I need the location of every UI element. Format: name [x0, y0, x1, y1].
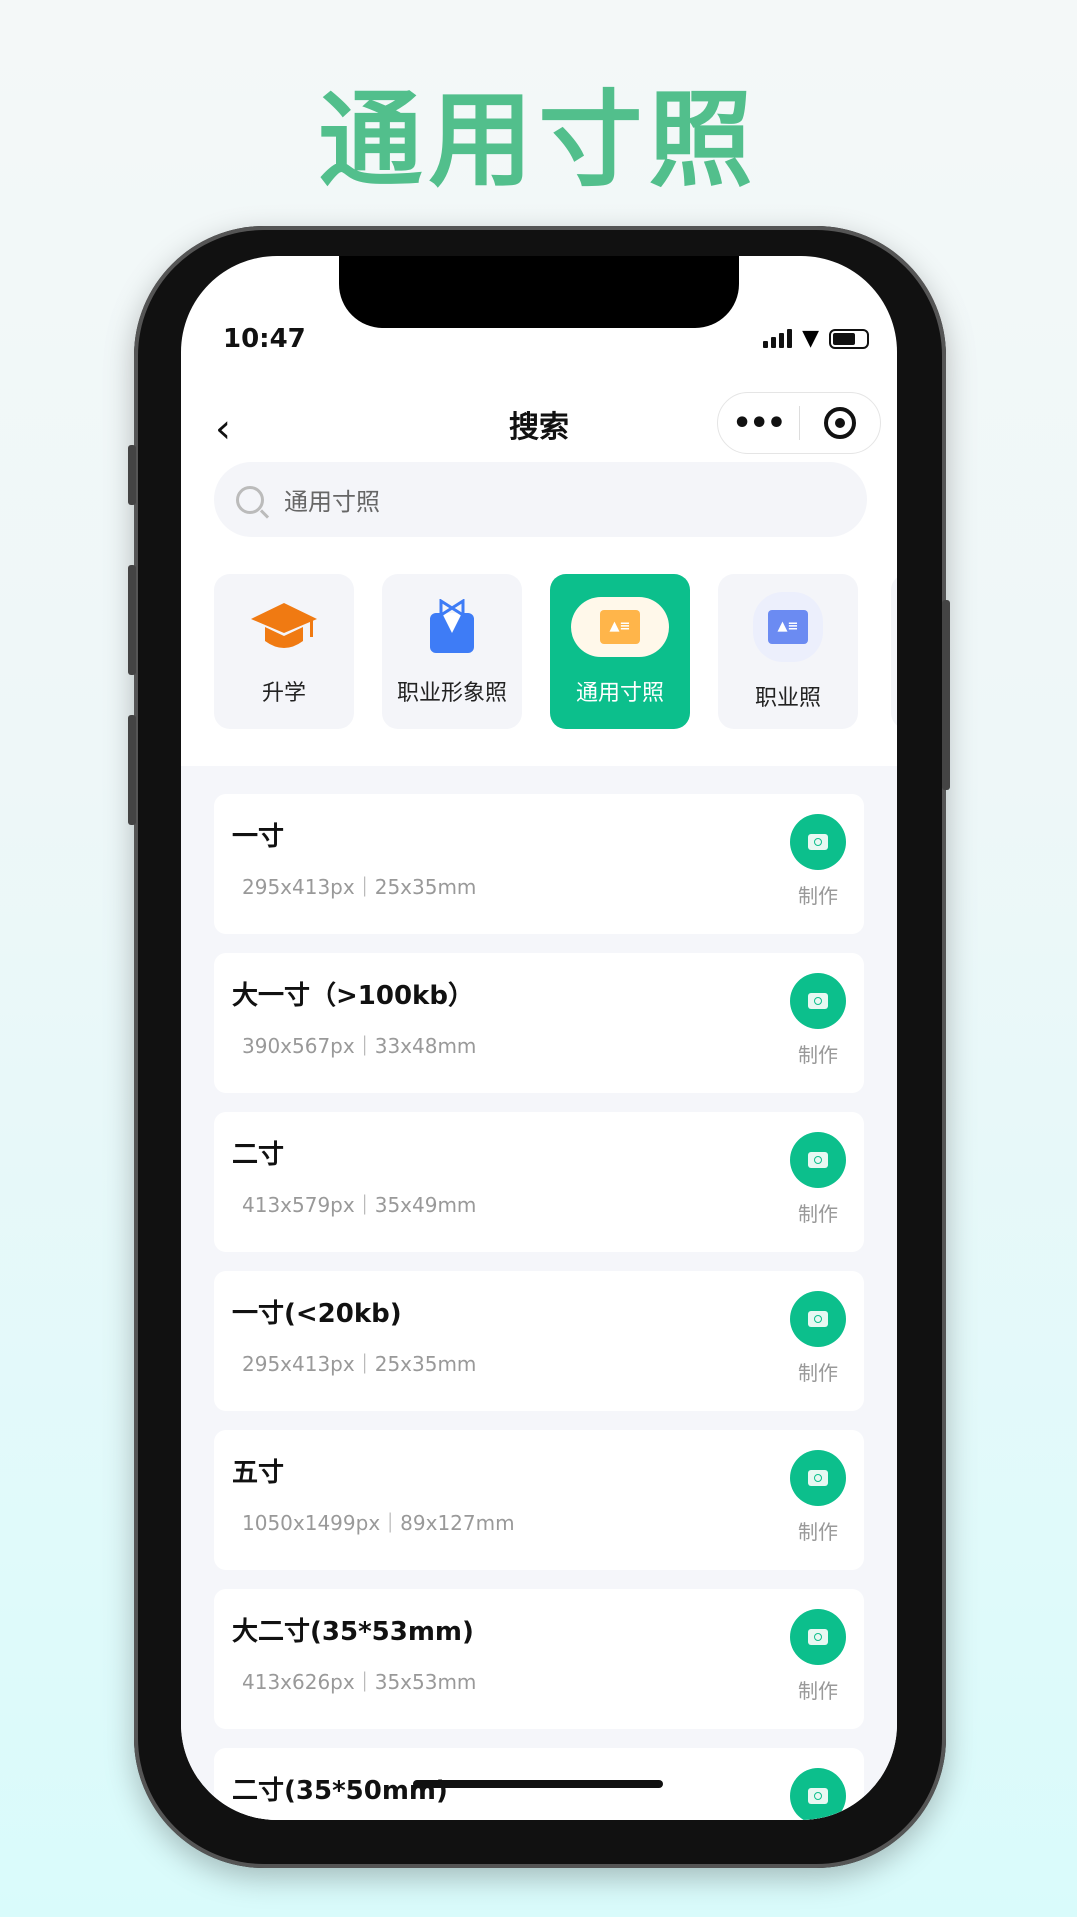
item-title: 一寸: [232, 822, 285, 852]
camera-icon: [808, 1470, 828, 1486]
phone-side-button: [942, 600, 950, 790]
item-spec: 295x413px｜25x35mm: [242, 1352, 477, 1376]
camera-icon: [808, 1629, 828, 1645]
item-spec: 1050x1499px｜89x127mm: [242, 1511, 515, 1535]
more-dots-icon[interactable]: •••: [718, 406, 799, 441]
item-spec: 413x626px｜35x53mm: [242, 1670, 477, 1694]
list-item[interactable]: 二寸 413x579px｜35x49mm 制作: [214, 1112, 864, 1252]
notch: [339, 256, 739, 328]
category-tile-professional[interactable]: ▲≡ 职业照: [718, 574, 858, 729]
camera-icon: [808, 1311, 828, 1327]
camera-icon: [808, 1788, 828, 1804]
mini-program-capsule: •••: [717, 392, 881, 454]
list-item[interactable]: 一寸 295x413px｜25x35mm 制作: [214, 794, 864, 934]
make-label: 制作: [798, 884, 838, 908]
phone-side-button: [128, 715, 136, 825]
make-label: 制作: [798, 1361, 838, 1385]
make-button[interactable]: 制作: [790, 1291, 846, 1386]
list-item[interactable]: 一寸(<20kb) 295x413px｜25x35mm 制作: [214, 1271, 864, 1411]
item-title: 二寸: [232, 1140, 285, 1170]
status-icons: ▼: [763, 326, 869, 351]
make-label: 制作: [798, 1679, 838, 1703]
category-label: 升学: [261, 680, 306, 706]
make-button[interactable]: [790, 1768, 846, 1820]
item-title: 一寸(<20kb): [232, 1299, 402, 1329]
category-tile-shengxue[interactable]: 升学: [214, 574, 354, 729]
make-label: 制作: [798, 1520, 838, 1544]
camera-icon: [808, 993, 828, 1009]
id-card-icon: ▲≡: [571, 596, 669, 657]
category-label: 通用寸照: [575, 680, 664, 706]
home-indicator: [413, 1780, 663, 1788]
suit-bowtie-icon: [412, 597, 492, 657]
phone-side-button: [128, 565, 136, 675]
phone-screen: 10:47 ▼ ‹ 搜索 ••• 升学 职业形象照 ▲≡ 通用寸照 ▲≡ 职业照: [181, 256, 897, 1820]
id-card-icon: ▲≡: [753, 591, 823, 662]
make-label: 制作: [798, 1043, 838, 1067]
camera-icon: [808, 834, 828, 850]
search-icon: [236, 485, 264, 514]
make-button[interactable]: 制作: [790, 1132, 846, 1227]
item-spec: 413x579px｜35x49mm: [242, 1193, 477, 1217]
category-tile-general-size[interactable]: ▲≡ 通用寸照: [550, 574, 690, 729]
category-label: 职业形象照: [396, 680, 507, 706]
category-row: 升学 职业形象照 ▲≡ 通用寸照 ▲≡ 职业照: [214, 574, 858, 729]
battery-icon: [829, 328, 869, 349]
item-title: 二寸(35*50mm): [232, 1776, 448, 1806]
target-icon[interactable]: [800, 407, 881, 439]
item-title: 大一寸（>100kb）: [232, 981, 474, 1011]
list-item[interactable]: 五寸 1050x1499px｜89x127mm 制作: [214, 1430, 864, 1570]
search-input[interactable]: [284, 485, 784, 514]
headline: 通用寸照: [318, 79, 759, 201]
make-button[interactable]: 制作: [790, 814, 846, 909]
graduation-cap-icon: [244, 597, 324, 657]
search-bar[interactable]: [214, 462, 867, 537]
make-button[interactable]: 制作: [790, 973, 846, 1068]
camera-icon: [808, 1152, 828, 1168]
make-label: 制作: [798, 1202, 838, 1226]
size-list: 一寸 295x413px｜25x35mm 制作 大一寸（>100kb） 390x567…: [181, 766, 897, 1820]
list-item[interactable]: 大二寸(35*53mm) 413x626px｜35x53mm 制作: [214, 1589, 864, 1729]
make-button[interactable]: 制作: [790, 1609, 846, 1704]
category-tile-professional-image[interactable]: 职业形象照: [382, 574, 522, 729]
item-spec: 390x567px｜33x48mm: [242, 1034, 477, 1058]
status-time: 10:47: [223, 324, 306, 354]
wifi-icon: ▼: [802, 326, 819, 351]
category-label: 职业照: [754, 685, 821, 711]
make-button[interactable]: 制作: [790, 1450, 846, 1545]
list-item[interactable]: 大一寸（>100kb） 390x567px｜33x48mm 制作: [214, 953, 864, 1093]
category-tile-partial[interactable]: [891, 574, 897, 729]
phone-side-button: [128, 445, 136, 505]
item-title: 大二寸(35*53mm): [232, 1617, 474, 1647]
signal-icon: [763, 329, 793, 348]
item-spec: 295x413px｜25x35mm: [242, 875, 477, 899]
item-title: 五寸: [232, 1458, 285, 1488]
